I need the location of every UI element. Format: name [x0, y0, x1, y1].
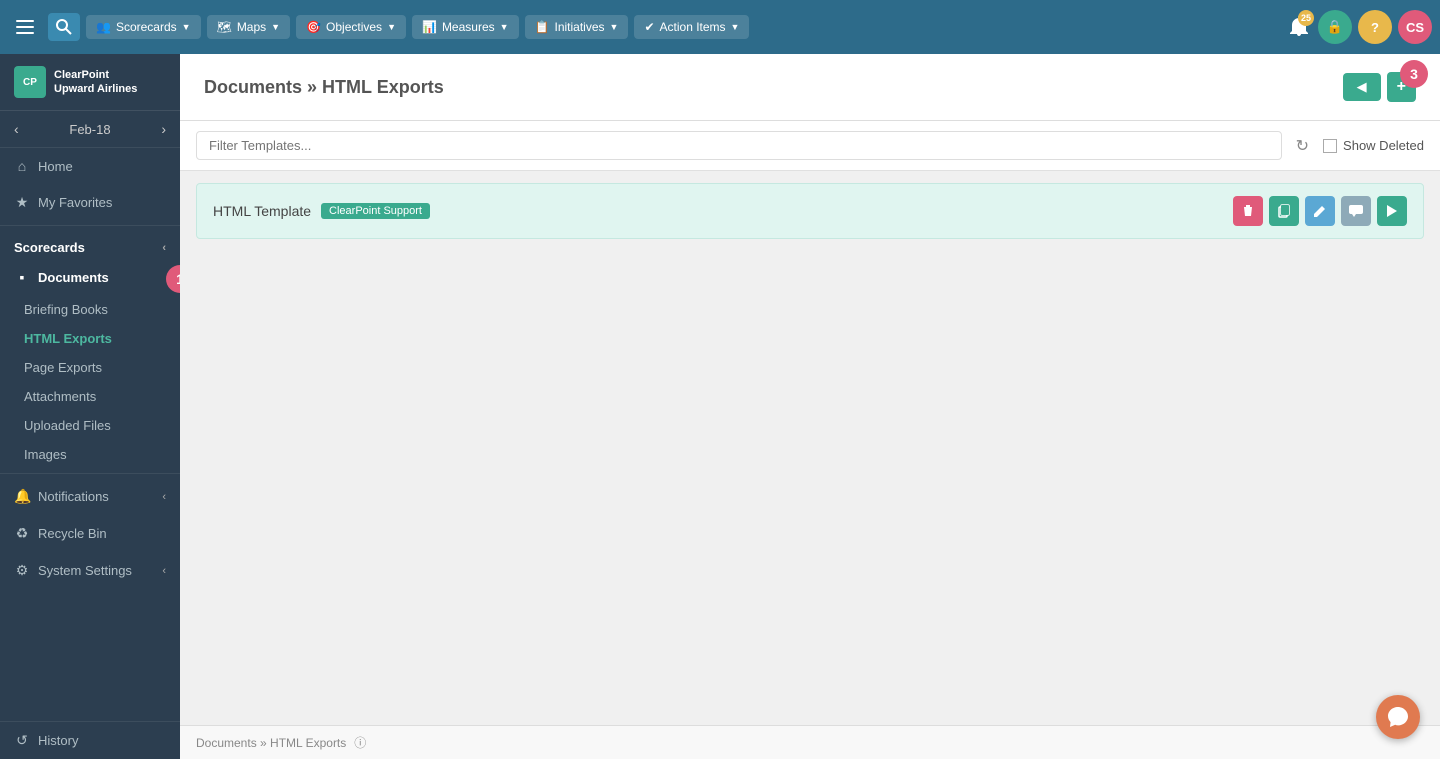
scorecards-menu-button[interactable]: 👥 Scorecards ▼: [86, 15, 201, 39]
notification-button[interactable]: 25: [1286, 12, 1312, 43]
template-name: HTML Template: [213, 203, 311, 219]
objectives-menu-icon: 🎯: [306, 20, 321, 34]
sidebar-divider-2: [0, 473, 180, 474]
nav-left: 👥 Scorecards ▼ 🗺 Maps ▼ 🎯 Objectives ▼ 📊…: [8, 13, 749, 41]
measures-menu-button[interactable]: 📊 Measures ▼: [412, 15, 519, 39]
action-items-menu-button[interactable]: ✔ Action Items ▼: [634, 15, 749, 39]
notifications-icon: 🔔: [14, 488, 30, 505]
action-items-menu-icon: ✔: [644, 20, 654, 34]
sidebar-logo: CP ClearPoint Upward Airlines: [0, 54, 180, 111]
page-header: Documents » HTML Exports ◀ + 3: [180, 54, 1440, 121]
maps-menu-icon: 🗺: [217, 20, 232, 34]
sidebar-item-recycle-bin[interactable]: ♻ Recycle Bin: [0, 515, 180, 552]
template-actions: [1233, 196, 1407, 226]
comment-template-button[interactable]: [1341, 196, 1371, 226]
sidebar-item-documents[interactable]: ▪ Documents 1: [0, 259, 180, 295]
template-item: HTML Template ClearPoint Support: [196, 183, 1424, 239]
home-icon: ⌂: [14, 158, 30, 174]
play-template-button[interactable]: [1377, 196, 1407, 226]
objectives-menu-button[interactable]: 🎯 Objectives ▼: [296, 15, 406, 39]
maps-menu-button[interactable]: 🗺 Maps ▼: [207, 15, 291, 39]
period-next-button[interactable]: ›: [161, 121, 166, 137]
template-list: HTML Template ClearPoint Support: [180, 171, 1440, 725]
sidebar-period: ‹ Feb-18 ›: [0, 111, 180, 148]
page-title: Documents » HTML Exports: [204, 77, 444, 98]
status-bar: Documents » HTML Exports ⓘ: [180, 725, 1440, 759]
documents-section-wrapper: ▪ Documents 1: [0, 259, 180, 295]
sidebar-item-favorites[interactable]: ★ My Favorites: [0, 184, 180, 221]
refresh-button[interactable]: ↻: [1292, 132, 1313, 160]
sidebar-item-images[interactable]: Images: [0, 440, 180, 469]
favorites-icon: ★: [14, 194, 30, 211]
sidebar-item-briefing-books[interactable]: Briefing Books: [0, 295, 180, 324]
main-layout: CP ClearPoint Upward Airlines ‹ Feb-18 ›…: [0, 54, 1440, 759]
sidebar-item-history[interactable]: ↺ History: [0, 721, 180, 759]
documents-icon: ▪: [14, 269, 30, 285]
help-button[interactable]: ?: [1358, 10, 1392, 44]
sidebar-item-page-exports[interactable]: Page Exports: [0, 353, 180, 382]
initiatives-menu-button[interactable]: 📋 Initiatives ▼: [525, 15, 629, 39]
search-button[interactable]: [48, 13, 80, 41]
filter-bar: ↻ Show Deleted: [180, 121, 1440, 171]
scorecards-menu-icon: 👥: [96, 20, 111, 34]
html-exports-wrapper: HTML Exports: [0, 324, 180, 353]
top-nav: 👥 Scorecards ▼ 🗺 Maps ▼ 🎯 Objectives ▼ 📊…: [0, 0, 1440, 54]
maps-dropdown-arrow: ▼: [271, 22, 280, 32]
edit-template-button[interactable]: [1305, 196, 1335, 226]
notification-badge: 25: [1298, 10, 1314, 26]
show-deleted-label[interactable]: Show Deleted: [1323, 138, 1424, 153]
user-avatar-button[interactable]: CS: [1398, 10, 1432, 44]
system-settings-arrow: ‹: [162, 565, 166, 577]
period-prev-button[interactable]: ‹: [14, 121, 19, 137]
back-button[interactable]: ◀: [1343, 73, 1381, 101]
sidebar: CP ClearPoint Upward Airlines ‹ Feb-18 ›…: [0, 54, 180, 759]
filter-templates-input[interactable]: [196, 131, 1282, 160]
history-icon: ↺: [14, 732, 30, 749]
sidebar-item-html-exports[interactable]: HTML Exports: [0, 324, 180, 353]
scorecards-section-wrapper: Scorecards ‹: [0, 230, 180, 259]
sidebar-item-uploaded-files[interactable]: Uploaded Files: [0, 411, 180, 440]
delete-template-button[interactable]: [1233, 196, 1263, 226]
initiatives-menu-icon: 📋: [535, 20, 550, 34]
sidebar-item-notifications[interactable]: 🔔 Notifications ‹: [0, 478, 180, 515]
scorecards-dropdown-arrow: ▼: [182, 22, 191, 32]
sidebar-divider-1: [0, 225, 180, 226]
nav-right: 25 🔒 ? CS: [1286, 10, 1432, 44]
step3-wrapper: + 3: [1387, 72, 1416, 102]
initiatives-dropdown-arrow: ▼: [610, 22, 619, 32]
info-icon: ⓘ: [354, 734, 366, 751]
template-badge: ClearPoint Support: [321, 203, 430, 219]
scorecards-section: Scorecards ‹: [0, 230, 180, 259]
page-header-actions: ◀ + 3: [1343, 72, 1416, 102]
measures-dropdown-arrow: ▼: [500, 22, 509, 32]
annotation-badge-1: 1: [166, 265, 180, 293]
scorecards-collapse-arrow[interactable]: ‹: [162, 242, 166, 254]
recycle-bin-icon: ♻: [14, 525, 30, 542]
objectives-dropdown-arrow: ▼: [387, 22, 396, 32]
content-area: Documents » HTML Exports ◀ + 3 ↻ Show De…: [180, 54, 1440, 759]
notifications-arrow: ‹: [162, 491, 166, 503]
footer-breadcrumb: Documents » HTML Exports: [196, 736, 346, 750]
copy-template-button[interactable]: [1269, 196, 1299, 226]
logo-text: ClearPoint Upward Airlines: [54, 68, 137, 97]
action-items-dropdown-arrow: ▼: [731, 22, 740, 32]
sidebar-item-home[interactable]: ⌂ Home: [0, 148, 180, 184]
add-template-button[interactable]: +: [1387, 72, 1416, 102]
show-deleted-checkbox[interactable]: [1323, 139, 1337, 153]
system-settings-icon: ⚙: [14, 562, 30, 579]
sidebar-item-attachments[interactable]: Attachments: [0, 382, 180, 411]
chat-button[interactable]: [1376, 695, 1420, 739]
hamburger-menu-button[interactable]: [8, 14, 42, 40]
sidebar-item-system-settings[interactable]: ⚙ System Settings ‹: [0, 552, 180, 589]
measures-menu-icon: 📊: [422, 20, 437, 34]
lock-button[interactable]: 🔒: [1318, 10, 1352, 44]
logo-icon: CP: [14, 66, 46, 98]
